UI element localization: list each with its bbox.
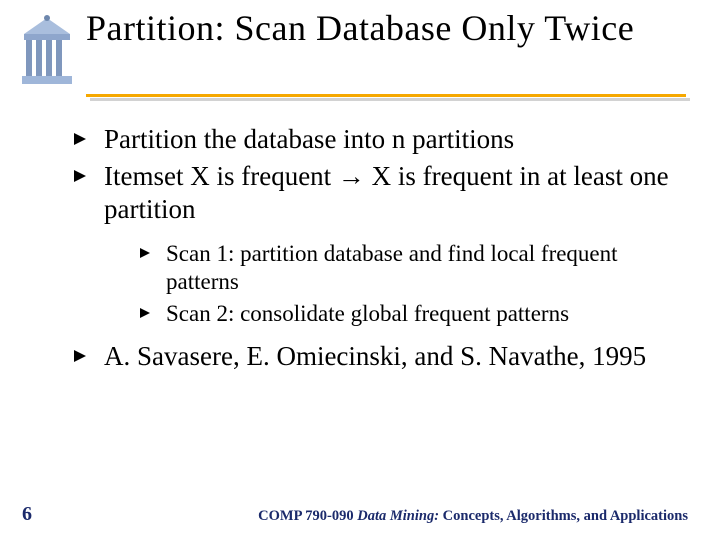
sub-bullet-list: Scan 1: partition database and find loca… — [138, 240, 680, 328]
course-code: COMP 790-090 — [258, 508, 357, 524]
slide: Partition: Scan Database Only Twice Part… — [0, 0, 720, 540]
page-number: 6 — [22, 503, 32, 526]
bullet-list: Partition the database into n partitions… — [70, 123, 680, 373]
course-footer: COMP 790-090 Data Mining: Concepts, Algo… — [258, 508, 688, 525]
unc-logo — [16, 14, 78, 92]
bullet-item: Itemset X is frequent → X is frequent in… — [70, 160, 680, 328]
sub-bullet-item: Scan 1: partition database and find loca… — [138, 240, 680, 296]
course-name: Data Mining: — [357, 508, 439, 524]
header: Partition: Scan Database Only Twice — [0, 8, 720, 92]
title-rule — [86, 94, 720, 101]
bullet-item: Partition the database into n partitions — [70, 123, 680, 156]
footer: 6 COMP 790-090 Data Mining: Concepts, Al… — [0, 503, 720, 526]
bullet-item: A. Savasere, E. Omiecinski, and S. Navat… — [70, 340, 680, 373]
sub-bullet-item: Scan 2: consolidate global frequent patt… — [138, 300, 680, 328]
course-rest: Concepts, Algorithms, and Applications — [439, 508, 688, 524]
bullet-text: Itemset X is frequent → X is frequent in… — [104, 161, 669, 224]
content: Partition the database into n partitions… — [0, 101, 720, 373]
slide-title: Partition: Scan Database Only Twice — [86, 8, 634, 49]
